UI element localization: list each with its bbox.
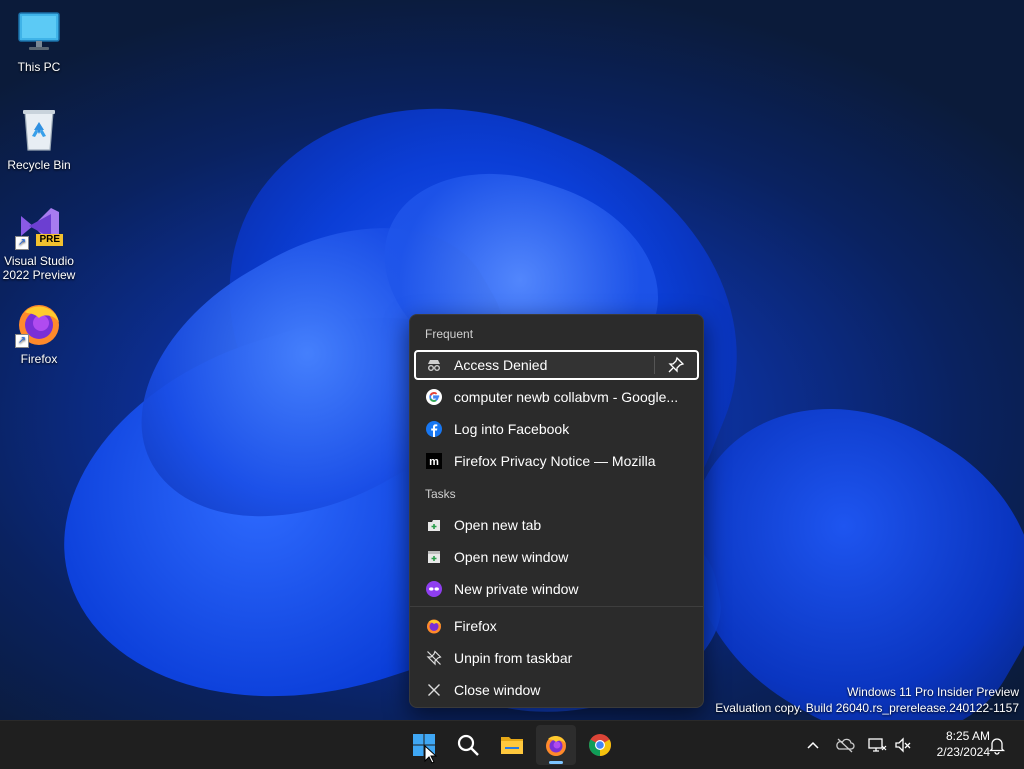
monitor-icon xyxy=(15,8,63,56)
jumplist-action-firefox[interactable]: Firefox xyxy=(414,611,699,641)
windows-watermark: Windows 11 Pro Insider Preview Evaluatio… xyxy=(715,684,1019,716)
jumplist-item-mozilla[interactable]: m Firefox Privacy Notice — Mozilla xyxy=(414,446,699,476)
desktop-icon-label: Firefox xyxy=(20,352,58,366)
jumplist-item-label: Firefox Privacy Notice — Mozilla xyxy=(454,453,656,469)
jumplist-item-label: Close window xyxy=(454,682,541,698)
taskbar-clock[interactable]: 8:25 AM 2/23/2024 xyxy=(918,728,998,760)
firefox-icon: ↗ xyxy=(15,300,63,348)
desktop-icon-label: Visual Studio xyxy=(4,254,74,268)
watermark-line2: Evaluation copy. Build 26040.rs_prerelea… xyxy=(715,701,1019,715)
chrome-button[interactable] xyxy=(580,725,620,765)
preview-badge: PRE xyxy=(36,234,63,246)
unpin-icon xyxy=(426,650,442,666)
jumplist-item-label: Firefox xyxy=(454,618,497,634)
jumplist-task-open-new-tab[interactable]: Open new tab xyxy=(414,510,699,540)
spy-icon xyxy=(426,357,442,373)
desktop-icon-label: Recycle Bin xyxy=(7,158,71,172)
jumplist-item-google[interactable]: computer newb collabvm - Google... xyxy=(414,382,699,412)
desktop-icon-label: This PC xyxy=(17,60,61,74)
chrome-icon xyxy=(589,734,611,756)
new-tab-icon xyxy=(426,517,442,533)
volume-muted-icon[interactable] xyxy=(893,735,913,755)
desktop-icon-firefox[interactable]: ↗ Firefox xyxy=(0,300,78,366)
onedrive-icon[interactable] xyxy=(835,735,855,755)
jumplist-action-unpin[interactable]: Unpin from taskbar xyxy=(414,643,699,673)
desktop-icon-visual-studio[interactable]: PRE ↗ Visual Studio 2022 Preview xyxy=(0,202,78,282)
clock-time: 8:25 AM xyxy=(945,729,990,743)
shortcut-arrow-icon: ↗ xyxy=(15,334,29,348)
jumplist-task-new-private-window[interactable]: New private window xyxy=(414,574,699,604)
jumplist-item-label: New private window xyxy=(454,581,579,597)
jumplist-item-label: Log into Facebook xyxy=(454,421,570,437)
pin-icon[interactable] xyxy=(667,356,685,374)
jumplist-task-open-new-window[interactable]: Open new window xyxy=(414,542,699,572)
chevron-up-icon[interactable] xyxy=(803,735,823,755)
jumplist-item-facebook[interactable]: Log into Facebook xyxy=(414,414,699,444)
search-icon xyxy=(457,734,479,756)
private-window-icon xyxy=(426,581,442,597)
file-explorer-icon xyxy=(501,737,523,754)
frequent-header: Frequent xyxy=(425,327,474,341)
firefox-jump-list: Frequent Access Denied computer newb col… xyxy=(409,314,704,708)
notification-bell-icon[interactable] xyxy=(987,735,1007,755)
jumplist-item-label: Open new tab xyxy=(454,517,542,533)
close-icon xyxy=(426,682,442,698)
desktop-icon-recycle-bin[interactable]: Recycle Bin xyxy=(0,106,78,172)
jumplist-item-access-denied[interactable]: Access Denied xyxy=(414,350,699,380)
jumplist-item-label: computer newb collabvm - Google... xyxy=(454,389,679,405)
clock-date: 2/23/2024 xyxy=(936,745,990,759)
active-indicator xyxy=(549,761,563,764)
mouse-cursor-icon xyxy=(424,745,438,764)
jumplist-item-label: Unpin from taskbar xyxy=(454,650,573,666)
google-icon xyxy=(426,389,442,405)
shortcut-arrow-icon: ↗ xyxy=(15,236,29,250)
network-icon[interactable] xyxy=(867,735,887,755)
jumplist-action-close-window[interactable]: Close window xyxy=(414,675,699,705)
tasks-header: Tasks xyxy=(425,487,456,501)
file-explorer-button[interactable] xyxy=(492,725,532,765)
new-window-icon xyxy=(426,549,442,565)
svg-text:m: m xyxy=(429,456,439,468)
facebook-icon xyxy=(426,421,442,437)
firefox-icon xyxy=(546,736,566,756)
desktop-icon-this-pc[interactable]: This PC xyxy=(0,8,78,74)
visual-studio-icon: PRE ↗ xyxy=(15,202,63,250)
taskbar: 8:25 AM 2/23/2024 xyxy=(0,720,1024,769)
divider xyxy=(654,356,655,374)
watermark-line1: Windows 11 Pro Insider Preview xyxy=(847,685,1019,699)
firefox-icon xyxy=(426,618,442,634)
desktop-icon-label: 2022 Preview xyxy=(2,268,76,282)
divider xyxy=(410,606,703,607)
search-button[interactable] xyxy=(448,725,488,765)
mozilla-icon: m xyxy=(426,453,442,469)
jumplist-item-label: Open new window xyxy=(454,549,569,565)
start-button[interactable] xyxy=(404,725,444,765)
recycle-bin-icon xyxy=(15,106,63,154)
firefox-taskbar-button[interactable] xyxy=(536,725,576,765)
